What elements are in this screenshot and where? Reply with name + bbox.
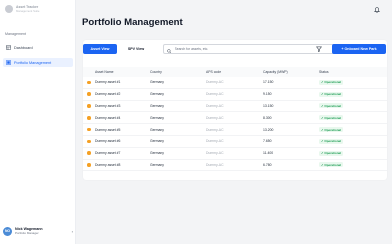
user-role: Portfolio Manager <box>15 231 39 235</box>
column-header[interactable]: Country <box>150 70 206 74</box>
asset-capacity: 11.400 <box>263 151 274 156</box>
avatar: NO <box>3 226 12 236</box>
portfolio-card: Asset View SPV View + Onboard New Park A… <box>83 40 387 180</box>
user-profile[interactable]: NO Nick Wagemann Portfolio Manager › <box>3 224 73 238</box>
table-row[interactable]: Dummy asset #6 Germany Dummy-AC 7.650 ✓ … <box>83 136 387 148</box>
status-badge: ✓ Operational <box>319 115 344 121</box>
table-header: Asset Name Country APS code Capacity (MW… <box>83 67 387 77</box>
asset-country: Germany <box>150 151 164 156</box>
sidebar-item-label: Portfolio Management <box>14 60 52 65</box>
status-dot <box>87 127 91 132</box>
asset-name: Dummy asset #4 <box>95 115 121 120</box>
sidebar-section-label: Management <box>5 32 26 36</box>
asset-code: Dummy-AC <box>206 115 224 120</box>
asset-name: Dummy asset #7 <box>95 151 121 156</box>
asset-capacity: 7.650 <box>263 139 272 144</box>
asset-capacity: 6.780 <box>263 162 272 167</box>
asset-name: Dummy asset #8 <box>95 162 121 167</box>
brand-text: Asset Tracker Management Suite <box>16 5 39 13</box>
onboard-new-park-button[interactable]: + Onboard New Park <box>332 44 386 54</box>
column-header[interactable]: Capacity (MWP) <box>263 70 319 74</box>
status-badge: ✓ Operational <box>319 91 344 97</box>
asset-country: Germany <box>150 103 164 108</box>
asset-name: Dummy asset #3 <box>95 103 121 108</box>
tab-asset-view[interactable]: Asset View <box>83 44 117 54</box>
status-dot <box>87 163 91 167</box>
asset-name: Dummy asset #6 <box>95 139 121 144</box>
table-row[interactable]: Dummy asset #3 Germany Dummy-AC 13.150 ✓… <box>83 101 387 113</box>
sidebar-item-dashboard[interactable]: Dashboard <box>3 43 73 52</box>
asset-code: Dummy-AC <box>206 139 224 144</box>
sidebar-item-label: Dashboard <box>14 45 33 50</box>
table-row[interactable]: Dummy asset #5 Germany Dummy-AC 13.200 ✓… <box>83 124 387 136</box>
status-dot <box>87 139 91 144</box>
asset-capacity: 17.150 <box>263 80 274 85</box>
asset-name: Dummy asset #5 <box>95 127 121 132</box>
search-box[interactable] <box>163 44 335 54</box>
asset-code: Dummy-AC <box>206 151 224 156</box>
status-dot <box>87 92 91 96</box>
column-header[interactable]: APS code <box>206 70 263 74</box>
dashboard-icon <box>6 45 11 50</box>
asset-country: Germany <box>150 115 164 120</box>
status-dot <box>87 115 91 120</box>
table-row[interactable]: Dummy asset #7 Germany Dummy-AC 11.400 ✓… <box>83 148 387 160</box>
brand[interactable]: Asset Tracker Management Suite <box>5 5 39 13</box>
portfolio-icon <box>6 60 11 65</box>
table-row[interactable]: Dummy asset #4 Germany Dummy-AC 8.300 ✓ … <box>83 112 387 125</box>
status-badge: ✓ Operational <box>319 79 344 85</box>
asset-capacity: 9.150 <box>263 92 272 97</box>
asset-code: Dummy-AC <box>206 80 224 85</box>
search-icon <box>167 40 172 58</box>
asset-code: Dummy-AC <box>206 103 224 108</box>
status-badge: ✓ Operational <box>319 138 344 144</box>
asset-country: Germany <box>150 80 164 85</box>
asset-country: Germany <box>150 92 164 97</box>
chevron-right-icon: › <box>71 228 73 234</box>
sidebar: Asset Tracker Management Suite Managemen… <box>0 0 76 244</box>
main-content: Portfolio Management Asset View SPV View… <box>77 0 392 244</box>
asset-capacity: 13.200 <box>263 127 274 132</box>
status-dot <box>87 151 91 155</box>
status-dot <box>87 80 91 85</box>
status-badge: ✓ Operational <box>319 103 344 109</box>
table-row[interactable]: Dummy asset #1 Germany Dummy-AC 17.150 ✓… <box>83 77 387 89</box>
asset-country: Germany <box>150 162 164 167</box>
column-header[interactable]: Asset Name <box>95 70 150 74</box>
asset-name: Dummy asset #1 <box>95 80 121 85</box>
asset-capacity: 13.150 <box>263 103 274 108</box>
bell-icon[interactable] <box>374 7 380 13</box>
asset-code: Dummy-AC <box>206 162 224 167</box>
status-dot <box>87 104 91 108</box>
sidebar-item-portfolio-management[interactable]: Portfolio Management <box>3 58 73 67</box>
status-badge: ✓ Operational <box>319 150 344 156</box>
brand-subtitle: Management Suite <box>16 9 40 13</box>
asset-name: Dummy asset #2 <box>95 92 121 97</box>
user-meta: Nick Wagemann Portfolio Manager <box>15 227 72 235</box>
table-row[interactable]: Dummy asset #8 Germany Dummy-AC 6.780 ✓ … <box>83 160 387 172</box>
status-badge: ✓ Operational <box>319 162 344 168</box>
status-badge: ✓ Operational <box>319 127 344 133</box>
asset-code: Dummy-AC <box>206 127 224 132</box>
filter-icon[interactable] <box>316 46 322 52</box>
asset-country: Germany <box>150 139 164 144</box>
tab-spv-view[interactable]: SPV View <box>119 44 153 54</box>
toolbar: Asset View SPV View + Onboard New Park <box>83 44 387 55</box>
asset-code: Dummy-AC <box>206 92 224 97</box>
brand-logo <box>5 5 13 13</box>
page-title: Portfolio Management <box>82 17 183 28</box>
search-input[interactable] <box>174 47 325 51</box>
asset-capacity: 8.300 <box>263 115 272 120</box>
asset-country: Germany <box>150 127 164 132</box>
column-header[interactable]: Status <box>319 70 387 74</box>
table-row[interactable]: Dummy asset #2 Germany Dummy-AC 9.150 ✓ … <box>83 89 387 101</box>
assets-table: Asset Name Country APS code Capacity (MW… <box>83 67 387 172</box>
